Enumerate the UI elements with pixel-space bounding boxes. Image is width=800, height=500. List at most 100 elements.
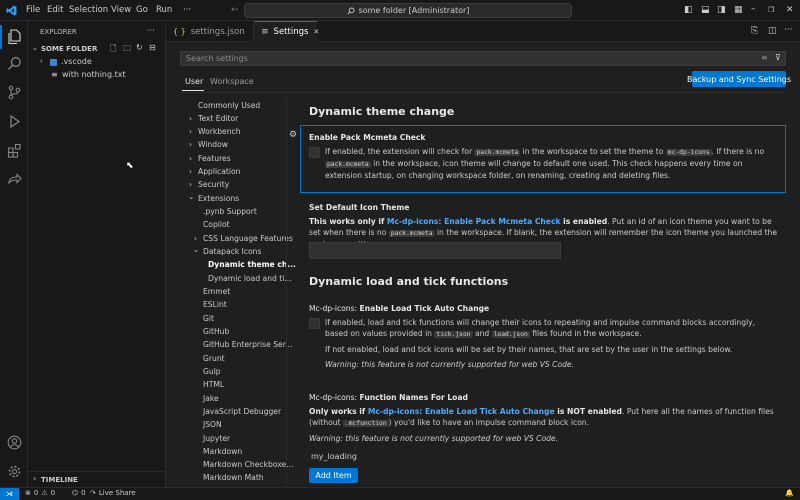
tree-item-file[interactable]: ≡ with nothing.txt xyxy=(28,69,165,82)
toc-features[interactable]: Features xyxy=(198,154,231,163)
toc-markdown-math[interactable]: Markdown Math xyxy=(203,473,264,482)
toc-window[interactable]: Window xyxy=(198,140,228,149)
customize-layout-icon[interactable]: ▦ xyxy=(734,6,743,15)
toc-extensions[interactable]: Extensions xyxy=(198,194,239,203)
toc-security[interactable]: Security xyxy=(198,180,229,189)
toc-eslint[interactable]: ESLint xyxy=(203,300,227,309)
toggle-secondary-sidebar-icon[interactable]: ◨ xyxy=(717,6,726,15)
menu-view[interactable]: View xyxy=(111,5,131,15)
live-share-status[interactable]: ↷ Live Share xyxy=(90,489,136,497)
toc-dynamic-theme[interactable]: Dynamic theme ch... xyxy=(208,260,296,269)
chevron-right-icon[interactable]: › xyxy=(189,167,192,176)
arrow-left-icon[interactable]: ← xyxy=(231,6,239,15)
add-item-button[interactable]: Add Item xyxy=(309,468,358,483)
toggle-panel-icon[interactable]: ⬓ xyxy=(701,6,710,15)
menu-run[interactable]: Run xyxy=(156,5,172,15)
toc-css[interactable]: CSS Language Features xyxy=(203,234,293,243)
chevron-right-icon[interactable]: › xyxy=(189,127,192,136)
refresh-icon[interactable]: ↻ xyxy=(136,43,143,52)
setting-link[interactable]: Mc-dp-icons: Enable Load Tick Auto Chang… xyxy=(368,407,555,416)
toc-workbench[interactable]: Workbench xyxy=(198,127,241,136)
toc-jupyter[interactable]: Jupyter xyxy=(203,434,230,443)
clear-filter-icon[interactable]: ≡ xyxy=(761,53,768,62)
toc-js-debugger[interactable]: JavaScript Debugger xyxy=(203,407,281,416)
tab-settings[interactable]: ≡ Settings ✕ xyxy=(254,21,319,42)
toc-ipynb[interactable]: .pynb Support xyxy=(203,207,257,216)
tab-user[interactable]: User xyxy=(185,77,203,86)
toc-emmet[interactable]: Emmet xyxy=(203,287,230,296)
toc-dynamic-load[interactable]: Dynamic load and ti... xyxy=(208,274,292,283)
chevron-right-icon[interactable]: › xyxy=(194,234,197,243)
tab-workspace[interactable]: Workspace xyxy=(210,77,254,86)
chevron-down-icon[interactable]: ⌄ xyxy=(32,44,38,52)
more-actions-icon[interactable]: ··· xyxy=(784,26,793,35)
menu-go[interactable]: Go xyxy=(136,5,148,15)
toc-html[interactable]: HTML xyxy=(203,380,224,389)
toc-application[interactable]: Application xyxy=(198,167,240,176)
chevron-right-icon[interactable]: › xyxy=(33,474,36,483)
toc-git[interactable]: Git xyxy=(203,314,214,323)
toc-github-enterprise[interactable]: GitHub Enterprise Ser... xyxy=(203,340,292,349)
open-json-icon[interactable]: ⎘ xyxy=(751,27,758,36)
load-tick-checkbox[interactable] xyxy=(309,318,320,329)
problems-indicator[interactable]: ⊗ 0 ⚠ 0 xyxy=(25,489,55,497)
ports-indicator[interactable]: ⌬ 0 xyxy=(72,489,86,497)
timeline-header[interactable]: TIMELINE xyxy=(41,476,78,484)
split-editor-icon[interactable]: ◫ xyxy=(768,27,777,36)
search-view-icon[interactable] xyxy=(5,54,23,72)
toc-commonly-used[interactable]: Commonly Used xyxy=(198,101,260,110)
chevron-down-icon[interactable]: ⌄ xyxy=(188,192,194,201)
chevron-right-icon[interactable]: › xyxy=(189,154,192,163)
manage-gear-icon[interactable] xyxy=(5,462,23,480)
more-actions-icon[interactable]: ··· xyxy=(147,26,155,35)
chevron-right-icon[interactable]: › xyxy=(189,140,192,149)
new-folder-icon[interactable]: 🗀 xyxy=(123,43,131,57)
activity-bar xyxy=(0,21,28,487)
tab-settings-json[interactable]: { } settings.json xyxy=(166,21,254,42)
restore-icon[interactable]: ❐ xyxy=(768,6,774,15)
account-icon[interactable] xyxy=(5,433,23,451)
filter-icon[interactable]: ⊽ xyxy=(775,53,781,62)
explorer-icon[interactable] xyxy=(5,28,23,46)
source-control-icon[interactable] xyxy=(5,83,23,101)
setting-description: If enabled, load and tick functions will… xyxy=(325,318,756,338)
default-icon-theme-input[interactable] xyxy=(309,242,561,259)
minimize-icon[interactable]: – xyxy=(751,5,756,14)
settings-search-input[interactable]: Search settings ≡ ⊽ xyxy=(180,51,786,66)
toc-markdown-checkbox[interactable]: Markdown Checkboxe... xyxy=(203,460,293,469)
collapse-all-icon[interactable]: ⊟ xyxy=(149,43,156,52)
notifications-bell-icon[interactable]: 🔔 xyxy=(785,489,794,497)
folder-title[interactable]: SOME FOLDER xyxy=(41,45,97,53)
run-debug-icon[interactable] xyxy=(5,112,23,130)
tree-item-vscode[interactable]: › .vscode xyxy=(28,56,165,69)
toc-text-editor[interactable]: Text Editor xyxy=(198,114,238,123)
toc-gulp[interactable]: Gulp xyxy=(203,367,221,376)
menu-selection[interactable]: Selection xyxy=(69,5,108,15)
toc-markdown[interactable]: Markdown xyxy=(203,447,242,456)
backup-sync-button[interactable]: Backup and Sync Settings xyxy=(687,71,791,87)
live-share-icon[interactable] xyxy=(5,170,23,188)
toc-jake[interactable]: Jake xyxy=(203,394,219,403)
list-item[interactable]: my_loading xyxy=(311,452,357,461)
close-tab-icon[interactable]: ✕ xyxy=(313,28,319,36)
remote-indicator[interactable]: ⋊ xyxy=(0,488,19,500)
setting-link[interactable]: Mc-dp-icons: Enable Pack Mcmeta Check xyxy=(387,217,561,226)
toc-github[interactable]: GitHub xyxy=(203,327,229,336)
menu-file[interactable]: File xyxy=(26,5,40,15)
close-window-icon[interactable]: ✕ xyxy=(786,6,794,15)
toc-copilot[interactable]: Copilot xyxy=(203,220,230,229)
chevron-right-icon[interactable]: › xyxy=(189,180,192,189)
chevron-right-icon[interactable]: › xyxy=(189,114,192,123)
menu-edit[interactable]: Edit xyxy=(47,5,63,15)
enable-pack-checkbox[interactable] xyxy=(309,147,320,158)
menu-more[interactable]: ··· xyxy=(183,5,191,15)
gear-icon[interactable]: ⚙ xyxy=(289,130,297,140)
command-center[interactable]: some folder [Administrator] xyxy=(244,3,572,18)
extensions-icon[interactable] xyxy=(5,141,23,159)
chevron-down-icon[interactable]: ⌄ xyxy=(193,245,199,254)
toc-grunt[interactable]: Grunt xyxy=(203,354,225,363)
toc-json[interactable]: JSON xyxy=(203,420,222,429)
new-file-icon[interactable]: 🗋 xyxy=(110,43,116,57)
toc-datapack-icons[interactable]: Datapack Icons xyxy=(203,247,261,256)
toggle-sidebar-icon[interactable]: ◧ xyxy=(684,6,693,15)
